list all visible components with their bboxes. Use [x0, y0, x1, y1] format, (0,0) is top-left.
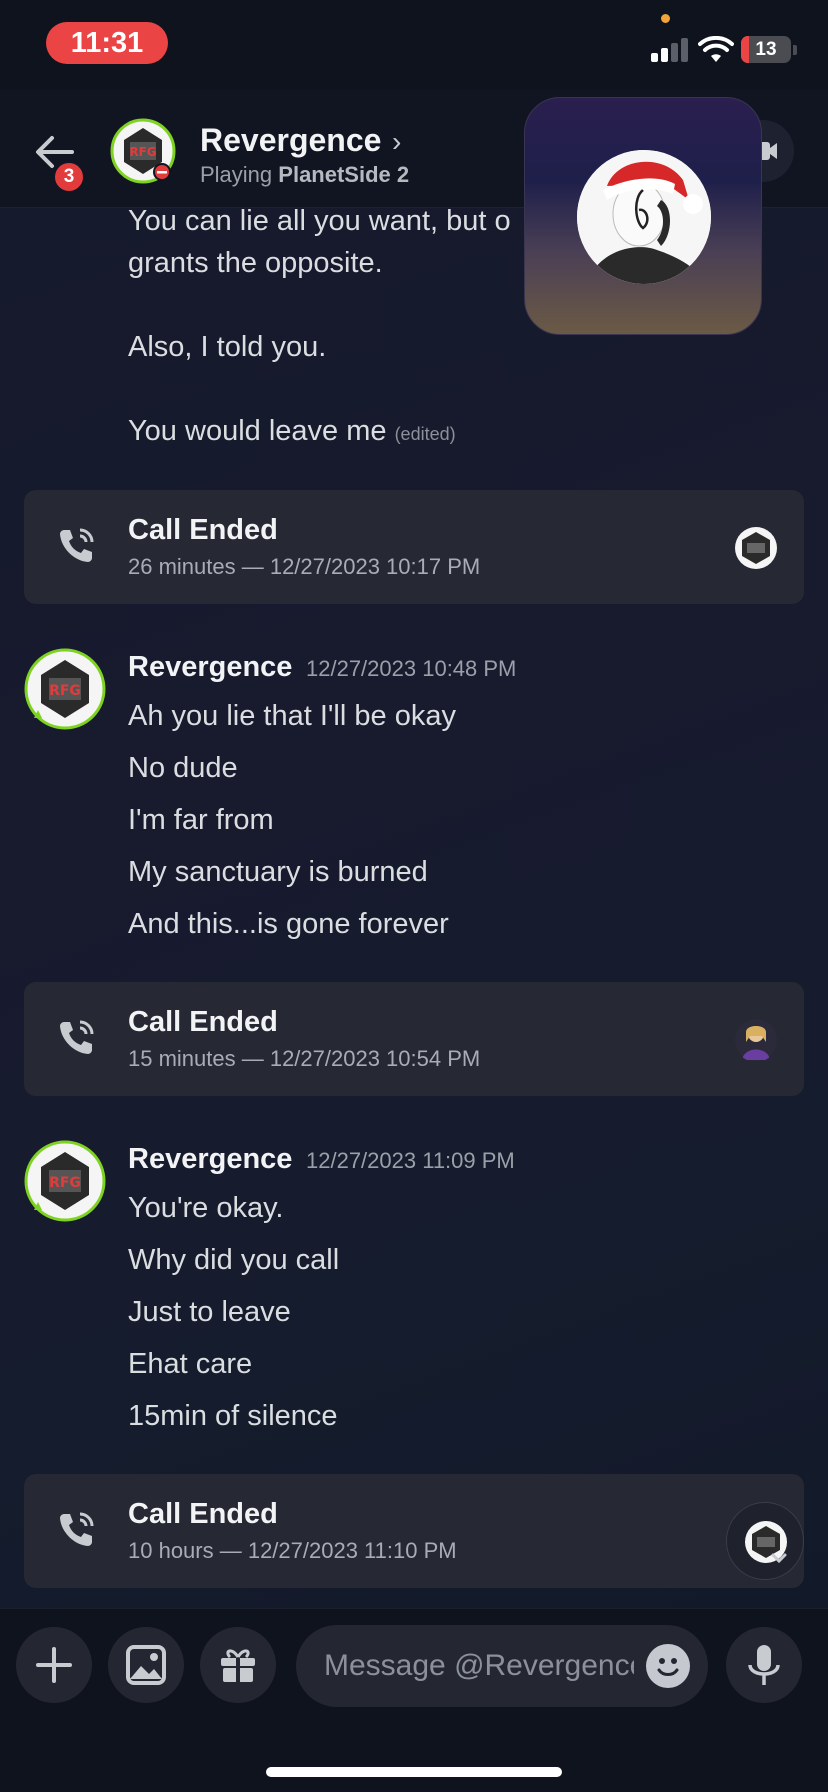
- message-line: grants the opposite.: [128, 247, 383, 279]
- voice-message-button[interactable]: [726, 1627, 802, 1703]
- call-ended-card[interactable]: Call Ended 26 minutes — 12/27/2023 10:17…: [24, 490, 804, 604]
- message-line: My sanctuary is burned: [128, 856, 428, 888]
- chevron-right-icon[interactable]: ›: [392, 126, 401, 158]
- phone-call-icon: [60, 1512, 94, 1546]
- status-bar: 11:31 13: [0, 0, 828, 90]
- message-line: Ah you lie that I'll be okay: [128, 700, 456, 732]
- gift-icon: [221, 1649, 255, 1683]
- emoji-icon: [657, 1658, 679, 1676]
- message-line: You would leave me (edited): [128, 415, 456, 447]
- avatar: [735, 527, 777, 569]
- message-line: You're okay.: [128, 1192, 284, 1224]
- message-author[interactable]: Revergence: [128, 651, 292, 684]
- svg-text:RFG: RFG: [129, 145, 156, 159]
- battery-level: 13: [755, 39, 777, 60]
- attach-button[interactable]: [16, 1627, 92, 1703]
- svg-text:RFG: RFG: [49, 1175, 81, 1191]
- microphone-icon: [748, 1645, 780, 1685]
- call-title: Call Ended: [128, 1498, 278, 1530]
- avatar[interactable]: RFG: [110, 118, 176, 184]
- phone-call-icon: [60, 1020, 94, 1054]
- avatar[interactable]: RFG: [24, 1140, 106, 1222]
- unread-badge: 3: [52, 160, 86, 194]
- avatar: [735, 1019, 777, 1061]
- message-timestamp: 12/27/2023 10:48 PM: [306, 656, 517, 681]
- message-input[interactable]: [324, 1625, 634, 1707]
- svg-text:RFG: RFG: [49, 683, 81, 699]
- call-ended-card[interactable]: Call Ended 10 hours — 12/27/2023 11:10 P…: [24, 1474, 804, 1588]
- santa-hat-avatar-icon: [577, 150, 711, 284]
- message-author[interactable]: Revergence: [128, 1143, 292, 1176]
- message-line: Just to leave: [128, 1296, 291, 1328]
- image-icon: [126, 1645, 166, 1685]
- call-pip-window[interactable]: [524, 97, 762, 335]
- home-indicator[interactable]: [266, 1767, 562, 1777]
- battery-icon: 13: [741, 36, 791, 63]
- call-duration: 10 hours — 12/27/2023 11:10 PM: [128, 1538, 457, 1563]
- call-ended-card[interactable]: Call Ended 15 minutes — 12/27/2023 10:54…: [24, 982, 804, 1096]
- status-time: 11:31: [46, 22, 168, 64]
- cellular-signal-icon: [651, 38, 691, 62]
- header-username[interactable]: Revergence: [200, 122, 381, 159]
- message-line: Why did you call: [128, 1244, 340, 1276]
- privacy-indicator-dot: [661, 14, 670, 23]
- image-button[interactable]: [108, 1627, 184, 1703]
- message-line: Also, I told you.: [128, 331, 327, 363]
- wifi-icon: [698, 36, 734, 62]
- plus-icon: [36, 1647, 72, 1683]
- edited-label: (edited): [394, 424, 456, 444]
- call-duration: 26 minutes — 12/27/2023 10:17 PM: [128, 554, 481, 579]
- jump-to-latest-button[interactable]: [726, 1502, 804, 1580]
- message-line: No dude: [128, 752, 238, 784]
- emoji-button[interactable]: [646, 1644, 690, 1688]
- call-duration: 15 minutes — 12/27/2023 10:54 PM: [128, 1046, 481, 1071]
- avatar: [577, 150, 711, 284]
- gift-button[interactable]: [200, 1627, 276, 1703]
- message-line: And this...is gone forever: [128, 908, 449, 940]
- message-timestamp: 12/27/2023 11:09 PM: [306, 1148, 515, 1173]
- avatar: [745, 1521, 787, 1564]
- call-title: Call Ended: [128, 514, 278, 546]
- phone-call-icon: [60, 528, 94, 562]
- call-title: Call Ended: [128, 1006, 278, 1038]
- message-composer: [0, 1608, 828, 1792]
- header-activity-status: Playing PlanetSide 2: [200, 162, 410, 187]
- message-line: I'm far from: [128, 804, 274, 836]
- avatar[interactable]: RFG: [24, 648, 106, 730]
- message-line: You can lie all you want, but o: [128, 205, 511, 237]
- message-line: Ehat care: [128, 1348, 253, 1380]
- message-line: 15min of silence: [128, 1400, 338, 1432]
- message-input-container[interactable]: [296, 1625, 708, 1707]
